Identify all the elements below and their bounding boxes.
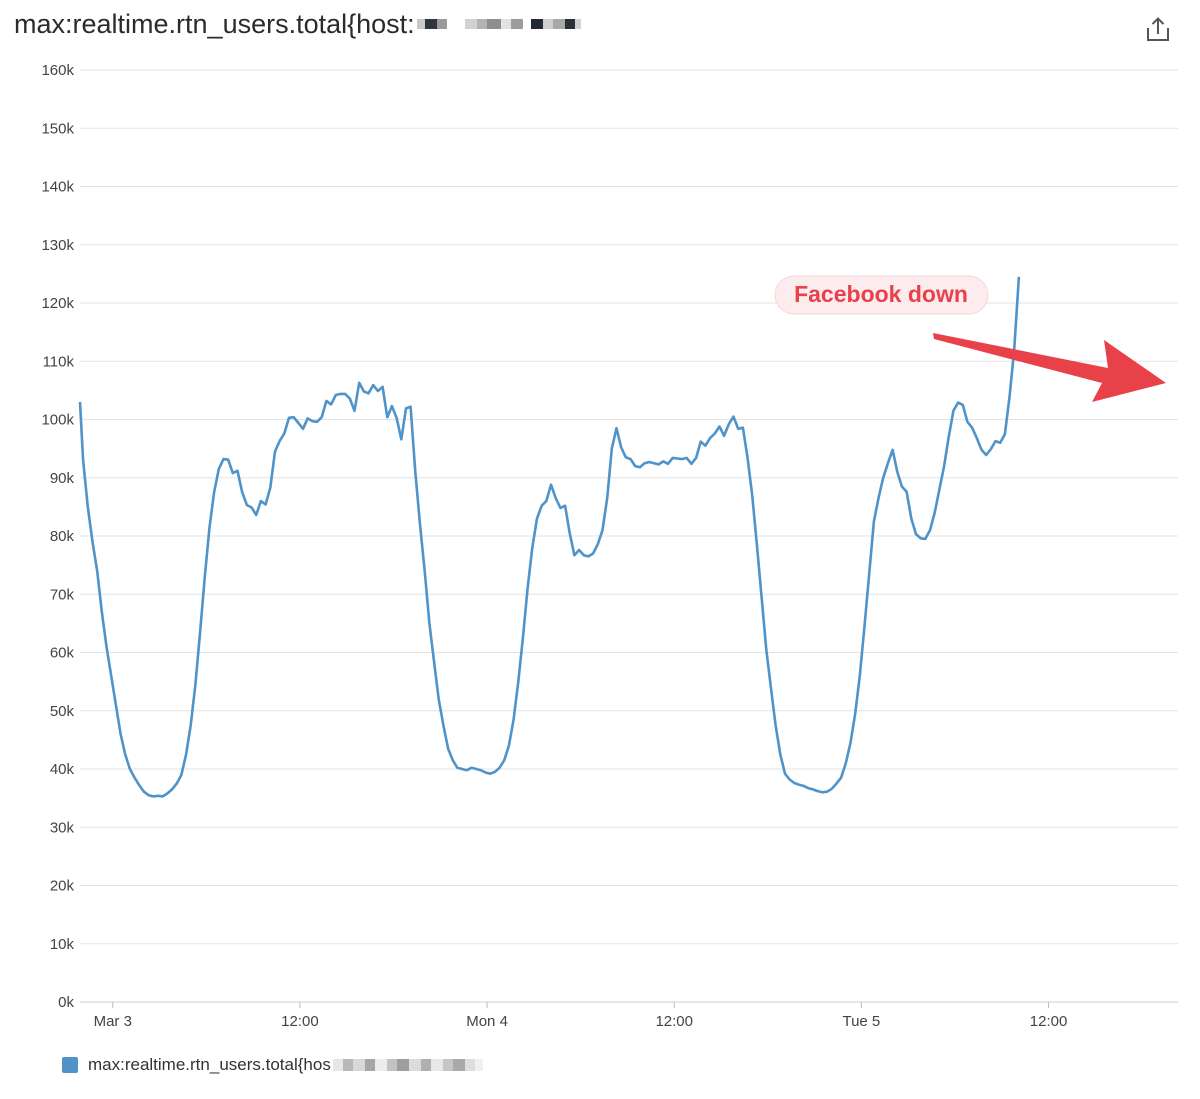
redacted-host-value [416, 11, 581, 37]
y-tick-label: 140k [41, 179, 74, 196]
y-tick-label: 80k [50, 528, 75, 545]
y-tick-label: 50k [50, 703, 75, 720]
series-layer [78, 276, 1021, 798]
y-tick-label: 70k [50, 586, 75, 603]
x-tick-label: 12:00 [281, 1013, 319, 1030]
annotation-arrow [933, 333, 1166, 402]
y-tick-label: 90k [50, 470, 75, 487]
x-axis: Mar 3 12:00 Mon 4 12:00 Tue 5 12:00 [94, 1002, 1068, 1030]
legend-label: max:realtime.rtn_users.total{hos [88, 1055, 331, 1074]
x-tick-label: Mon 4 [466, 1013, 508, 1030]
export-icon [1147, 17, 1169, 41]
y-tick-label: 110k [43, 353, 75, 370]
x-tick-label: Tue 5 [842, 1013, 880, 1030]
legend-swatch [62, 1057, 78, 1073]
y-tick-label: 30k [50, 819, 75, 836]
annotation-label: Facebook down [794, 281, 968, 307]
chart-title-row: max:realtime.rtn_users.total{host: [14, 4, 581, 44]
x-tick-label: Mar 3 [94, 1013, 132, 1030]
y-tick-label: 130k [41, 237, 74, 254]
y-tick-label: 20k [50, 878, 75, 895]
y-tick-label: 0k [58, 994, 74, 1011]
annotation-layer: Facebook down [774, 275, 1166, 402]
chart-title: max:realtime.rtn_users.total{host: [14, 8, 415, 39]
y-axis: 0k 10k 20k 30k 40k 50k 60k 70k 80k 90k 100k 110k 120… [41, 62, 74, 1011]
y-tick-label: 150k [41, 120, 74, 137]
legend-redacted-host [332, 1052, 483, 1078]
y-tick-label: 100k [41, 412, 74, 429]
export-button[interactable] [1144, 14, 1172, 44]
series-line[interactable] [78, 276, 1021, 798]
y-tick-label: 10k [50, 936, 75, 953]
y-tick-label: 60k [50, 645, 75, 662]
y-tick-label: 160k [41, 62, 74, 79]
line-chart: 0k 10k 20k 30k 40k 50k 60k 70k 80k 90k 100k 110k 120… [41, 62, 1178, 1030]
y-tick-label: 40k [50, 761, 75, 778]
legend[interactable]: max:realtime.rtn_users.total{hos [62, 1052, 483, 1078]
x-tick-label: 12:00 [655, 1013, 693, 1030]
y-tick-label: 120k [41, 295, 74, 312]
x-tick-label: 12:00 [1030, 1013, 1068, 1030]
gridlines [80, 69, 1178, 1003]
